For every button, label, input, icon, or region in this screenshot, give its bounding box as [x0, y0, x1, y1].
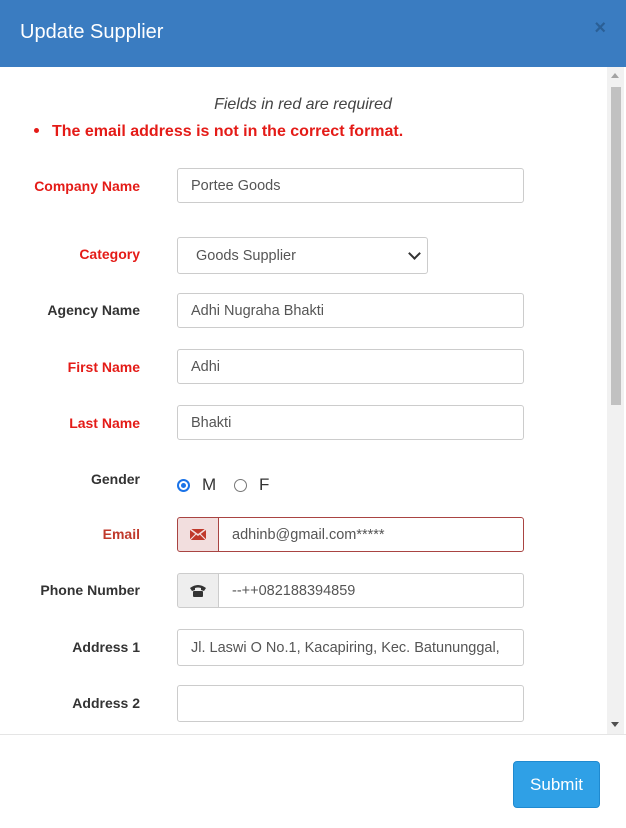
phone-input[interactable]: --++082188394859: [218, 573, 524, 608]
company-name-label: Company Name: [34, 178, 140, 194]
error-message: The email address is not in the correct …: [52, 123, 404, 140]
required-hint: Fields in red are required: [214, 96, 392, 113]
address1-input[interactable]: Jl. Laswi O No.1, Kacapiring, Kec. Batun…: [177, 629, 524, 666]
first-name-input[interactable]: Adhi: [177, 349, 524, 384]
address2-label: Address 2: [72, 695, 140, 711]
chevron-down-icon: [408, 247, 421, 260]
scrollbar-thumb[interactable]: [611, 87, 621, 405]
gender-f-radio[interactable]: [234, 479, 247, 492]
modal-header: Update Supplier ×: [0, 0, 626, 68]
gender-m-label[interactable]: M: [202, 475, 216, 495]
phone-addon: [177, 573, 219, 608]
envelope-icon: [189, 528, 207, 541]
modal-body[interactable]: Fields in red are required The email add…: [0, 67, 626, 735]
update-supplier-modal: Update Supplier × Fields in red are requ…: [0, 0, 626, 828]
email-input[interactable]: adhinb@gmail.com*****: [218, 517, 524, 552]
email-addon: [177, 517, 219, 552]
scroll-up-arrow-icon[interactable]: [611, 73, 619, 78]
gender-f-label[interactable]: F: [259, 475, 269, 495]
address1-label: Address 1: [72, 639, 140, 655]
close-button[interactable]: ×: [594, 17, 606, 40]
address2-input[interactable]: [177, 685, 524, 722]
gender-m-radio[interactable]: [177, 479, 190, 492]
gender-label: Gender: [90, 471, 140, 487]
modal-scrollbar[interactable]: [607, 67, 624, 734]
validation-error: The email address is not in the correct …: [34, 123, 403, 141]
email-label: Email: [102, 526, 140, 542]
category-select[interactable]: Goods Supplier: [177, 237, 428, 274]
category-selected-value: Goods Supplier: [196, 248, 296, 264]
company-name-input[interactable]: Portee Goods: [177, 168, 524, 203]
agency-name-label: Agency Name: [47, 302, 140, 318]
scroll-down-arrow-icon[interactable]: [611, 722, 619, 727]
phone-icon: [190, 585, 206, 597]
category-label: Category: [79, 246, 140, 262]
last-name-label: Last Name: [69, 415, 140, 431]
error-bullet: [34, 128, 39, 133]
modal-footer: Submit: [0, 735, 626, 828]
submit-button[interactable]: Submit: [513, 761, 600, 808]
phone-label: Phone Number: [40, 582, 140, 598]
modal-title: Update Supplier: [20, 21, 164, 43]
first-name-label: First Name: [67, 359, 140, 375]
agency-name-input[interactable]: Adhi Nugraha Bhakti: [177, 293, 524, 328]
last-name-input[interactable]: Bhakti: [177, 405, 524, 440]
